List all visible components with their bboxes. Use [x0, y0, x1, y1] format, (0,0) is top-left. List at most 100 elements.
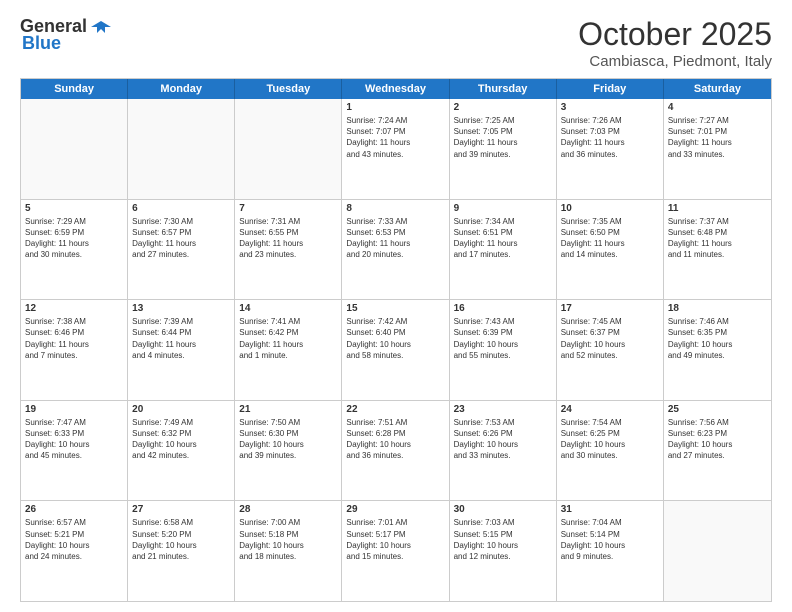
day-cell-29: 26Sunrise: 6:57 AM Sunset: 5:21 PM Dayli… [21, 501, 128, 601]
day-header-sunday: Sunday [21, 79, 128, 99]
day-number: 28 [239, 504, 337, 515]
day-info: Sunrise: 7:04 AM Sunset: 5:14 PM Dayligh… [561, 517, 659, 562]
calendar-body: 1 Sunrise: 7:24 AM Sunset: 7:07 PM Daylig… [21, 99, 771, 601]
day-info: Sunrise: 7:35 AM Sunset: 6:50 PM Dayligh… [561, 216, 659, 261]
day-cell-34: 31 Sunrise: 7:04 AM Sunset: 5:14 PM Dayli… [557, 501, 664, 601]
day-info: Sunrise: 7:47 AM Sunset: 6:33 PM Dayligh… [25, 417, 123, 462]
week-row-1: 1 Sunrise: 7:24 AM Sunset: 7:07 PM Daylig… [21, 99, 771, 200]
day-cell-5: 2 Sunrise: 7:25 AM Sunset: 7:05 PM Daylig… [450, 99, 557, 199]
day-info: Sunrise: 7:33 AM Sunset: 6:53 PM Dayligh… [346, 216, 444, 261]
day-number: 21 [239, 404, 337, 415]
week-row-4: 19 Sunrise: 7:47 AM Sunset: 6:33 PM Dayli… [21, 401, 771, 502]
day-cell-17: 14 Sunrise: 7:41 AM Sunset: 6:42 PM Dayli… [235, 300, 342, 400]
day-number: 26 [25, 504, 123, 515]
logo-blue: Blue [22, 33, 61, 54]
day-cell-18: 15Sunrise: 7:42 AM Sunset: 6:40 PM Dayli… [342, 300, 449, 400]
day-info: Sunrise: 7:30 AM Sunset: 6:57 PM Dayligh… [132, 216, 230, 261]
day-cell-2 [128, 99, 235, 199]
subtitle: Cambiasca, Piedmont, Italy [578, 53, 772, 70]
day-number: 11 [668, 203, 767, 214]
header: General Blue October 2025 Cambiasca, Pie… [20, 16, 772, 70]
day-cell-33: 30Sunrise: 7:03 AM Sunset: 5:15 PM Dayli… [450, 501, 557, 601]
page: General Blue October 2025 Cambiasca, Pie… [0, 0, 792, 612]
day-cell-28: 25Sunrise: 7:56 AM Sunset: 6:23 PM Dayli… [664, 401, 771, 501]
day-info: Sunrise: 7:50 AM Sunset: 6:30 PM Dayligh… [239, 417, 337, 462]
day-number: 3 [561, 102, 659, 113]
day-cell-1 [21, 99, 128, 199]
day-header-monday: Monday [128, 79, 235, 99]
day-cell-24: 21 Sunrise: 7:50 AM Sunset: 6:30 PM Dayli… [235, 401, 342, 501]
day-info: Sunrise: 7:38 AM Sunset: 6:46 PM Dayligh… [25, 316, 123, 361]
day-cell-4: 1 Sunrise: 7:24 AM Sunset: 7:07 PM Daylig… [342, 99, 449, 199]
day-number: 30 [454, 504, 552, 515]
day-cell-15: 12 Sunrise: 7:38 AM Sunset: 6:46 PM Dayli… [21, 300, 128, 400]
day-cell-31: 28 Sunrise: 7:00 AM Sunset: 5:18 PM Dayli… [235, 501, 342, 601]
day-info: Sunrise: 7:53 AM Sunset: 6:26 PM Dayligh… [454, 417, 552, 462]
day-info: Sunrise: 7:26 AM Sunset: 7:03 PM Dayligh… [561, 115, 659, 160]
day-info: Sunrise: 7:27 AM Sunset: 7:01 PM Dayligh… [668, 115, 767, 160]
day-info: Sunrise: 7:29 AM Sunset: 6:59 PM Dayligh… [25, 216, 123, 261]
day-cell-26: 23Sunrise: 7:53 AM Sunset: 6:26 PM Dayli… [450, 401, 557, 501]
day-info: Sunrise: 7:43 AM Sunset: 6:39 PM Dayligh… [454, 316, 552, 361]
day-info: Sunrise: 6:58 AM Sunset: 5:20 PM Dayligh… [132, 517, 230, 562]
day-info: Sunrise: 7:25 AM Sunset: 7:05 PM Dayligh… [454, 115, 552, 160]
day-cell-22: 19 Sunrise: 7:47 AM Sunset: 6:33 PM Dayli… [21, 401, 128, 501]
day-number: 27 [132, 504, 230, 515]
day-cell-9: 6 Sunrise: 7:30 AM Sunset: 6:57 PM Daylig… [128, 200, 235, 300]
day-number: 7 [239, 203, 337, 214]
day-number: 10 [561, 203, 659, 214]
day-cell-11: 8 Sunrise: 7:33 AM Sunset: 6:53 PM Daylig… [342, 200, 449, 300]
day-number: 2 [454, 102, 552, 113]
day-number: 22 [346, 404, 444, 415]
day-info: Sunrise: 7:00 AM Sunset: 5:18 PM Dayligh… [239, 517, 337, 562]
day-number: 17 [561, 303, 659, 314]
day-cell-20: 17 Sunrise: 7:45 AM Sunset: 6:37 PM Dayli… [557, 300, 664, 400]
day-info: Sunrise: 7:37 AM Sunset: 6:48 PM Dayligh… [668, 216, 767, 261]
day-cell-25: 22 Sunrise: 7:51 AM Sunset: 6:28 PM Dayli… [342, 401, 449, 501]
day-cell-35 [664, 501, 771, 601]
day-info: Sunrise: 7:49 AM Sunset: 6:32 PM Dayligh… [132, 417, 230, 462]
day-number: 8 [346, 203, 444, 214]
day-number: 31 [561, 504, 659, 515]
day-cell-6: 3 Sunrise: 7:26 AM Sunset: 7:03 PM Daylig… [557, 99, 664, 199]
day-cell-30: 27 Sunrise: 6:58 AM Sunset: 5:20 PM Dayli… [128, 501, 235, 601]
day-number: 4 [668, 102, 767, 113]
day-cell-23: 20Sunrise: 7:49 AM Sunset: 6:32 PM Dayli… [128, 401, 235, 501]
day-cell-21: 18Sunrise: 7:46 AM Sunset: 6:35 PM Dayli… [664, 300, 771, 400]
day-cell-10: 7Sunrise: 7:31 AM Sunset: 6:55 PM Daylig… [235, 200, 342, 300]
day-header-thursday: Thursday [450, 79, 557, 99]
logo-bird-icon [91, 19, 111, 35]
day-cell-32: 29 Sunrise: 7:01 AM Sunset: 5:17 PM Dayli… [342, 501, 449, 601]
week-row-5: 26Sunrise: 6:57 AM Sunset: 5:21 PM Dayli… [21, 501, 771, 601]
day-number: 16 [454, 303, 552, 314]
day-number: 24 [561, 404, 659, 415]
day-number: 1 [346, 102, 444, 113]
day-info: Sunrise: 7:41 AM Sunset: 6:42 PM Dayligh… [239, 316, 337, 361]
day-number: 14 [239, 303, 337, 314]
day-info: Sunrise: 7:34 AM Sunset: 6:51 PM Dayligh… [454, 216, 552, 261]
day-cell-16: 13Sunrise: 7:39 AM Sunset: 6:44 PM Dayli… [128, 300, 235, 400]
day-info: Sunrise: 7:01 AM Sunset: 5:17 PM Dayligh… [346, 517, 444, 562]
day-info: Sunrise: 7:45 AM Sunset: 6:37 PM Dayligh… [561, 316, 659, 361]
day-number: 19 [25, 404, 123, 415]
day-cell-27: 24 Sunrise: 7:54 AM Sunset: 6:25 PM Dayli… [557, 401, 664, 501]
week-row-2: 5 Sunrise: 7:29 AM Sunset: 6:59 PM Daylig… [21, 200, 771, 301]
day-info: Sunrise: 7:39 AM Sunset: 6:44 PM Dayligh… [132, 316, 230, 361]
day-cell-14: 11 Sunrise: 7:37 AM Sunset: 6:48 PM Dayli… [664, 200, 771, 300]
day-cell-12: 9Sunrise: 7:34 AM Sunset: 6:51 PM Daylig… [450, 200, 557, 300]
logo: General Blue [20, 16, 111, 54]
day-number: 18 [668, 303, 767, 314]
month-title: October 2025 [578, 16, 772, 53]
day-info: Sunrise: 7:54 AM Sunset: 6:25 PM Dayligh… [561, 417, 659, 462]
week-row-3: 12 Sunrise: 7:38 AM Sunset: 6:46 PM Dayli… [21, 300, 771, 401]
day-info: Sunrise: 7:24 AM Sunset: 7:07 PM Dayligh… [346, 115, 444, 160]
day-number: 12 [25, 303, 123, 314]
day-number: 5 [25, 203, 123, 214]
day-number: 29 [346, 504, 444, 515]
day-info: Sunrise: 7:51 AM Sunset: 6:28 PM Dayligh… [346, 417, 444, 462]
day-headers: SundayMondayTuesdayWednesdayThursdayFrid… [21, 79, 771, 99]
day-number: 6 [132, 203, 230, 214]
day-header-friday: Friday [557, 79, 664, 99]
day-info: Sunrise: 7:42 AM Sunset: 6:40 PM Dayligh… [346, 316, 444, 361]
day-header-saturday: Saturday [664, 79, 771, 99]
